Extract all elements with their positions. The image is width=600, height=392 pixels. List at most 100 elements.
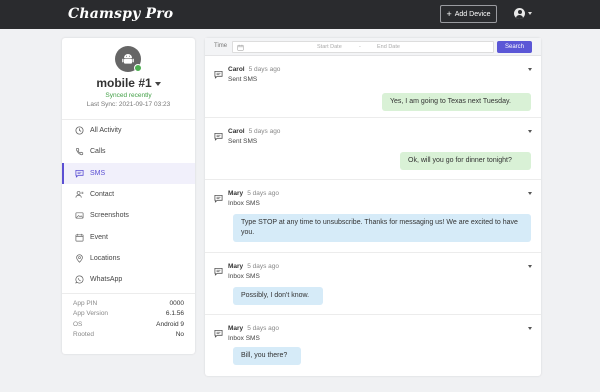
sidebar-item-screenshots[interactable]: Screenshots	[62, 205, 195, 226]
clock-icon	[75, 126, 84, 135]
message-type: Inbox SMS	[228, 335, 260, 342]
calendar-icon	[237, 44, 244, 51]
chevron-down-icon[interactable]	[528, 265, 532, 268]
sidebar-item-label: Calls	[90, 148, 106, 156]
message-item: Mary 5 days ago Inbox SMS Possibly, I don…	[205, 253, 541, 315]
info-key: OS	[73, 320, 83, 328]
message-time: 5 days ago	[248, 128, 281, 135]
message-icon	[214, 267, 223, 276]
device-panel: mobile #1 Synced recently Last Sync: 202…	[62, 38, 195, 354]
sidebar-item-locations[interactable]: Locations	[62, 248, 195, 269]
sync-status: Synced recently	[105, 92, 152, 99]
date-filter-bar: Time Start Date - End Date Search	[205, 38, 541, 56]
android-icon	[122, 54, 134, 64]
info-value: 0000	[169, 299, 184, 307]
message-type: Inbox SMS	[228, 273, 260, 280]
device-info: App PIN 0000 App Version 6.1.56 OS Andro…	[62, 293, 195, 340]
sender-name: Carol	[228, 128, 245, 135]
sidebar-item-label: WhatsApp	[90, 276, 123, 284]
info-row-os: OS Android 9	[73, 319, 184, 330]
user-avatar-icon	[514, 8, 525, 19]
message-sender: Mary 5 days ago	[228, 325, 279, 332]
app-logo[interactable]: Chamspy Pro	[68, 6, 173, 22]
sidebar-item-sms[interactable]: SMS	[62, 162, 195, 185]
message-icon	[75, 169, 84, 178]
top-bar: Chamspy Pro + Add Device	[0, 0, 600, 29]
message-sender: Mary 5 days ago	[228, 190, 279, 197]
sidebar-item-label: Event	[90, 233, 108, 241]
message-bubble: Type STOP at any time to unsubscribe. Th…	[233, 214, 531, 242]
sidebar-item-label: All Activity	[90, 127, 122, 135]
info-key: App PIN	[73, 299, 98, 307]
info-key: App Version	[73, 310, 109, 318]
end-date-input[interactable]: End Date	[377, 44, 400, 50]
info-value: No	[175, 331, 184, 339]
message-icon	[214, 194, 223, 203]
info-value: Android 9	[156, 320, 184, 328]
message-icon	[214, 132, 223, 141]
message-type: Sent SMS	[228, 76, 258, 83]
sender-name: Mary	[228, 263, 244, 270]
sidebar-item-whatsapp[interactable]: WhatsApp	[62, 269, 195, 290]
message-bubble: Ok, will you go for dinner tonight?	[400, 152, 531, 170]
sidebar-nav: All Activity Calls SMS Contact Screensho…	[62, 119, 195, 290]
message-bubble: Yes, I am going to Texas next Tuesday.	[382, 93, 531, 111]
message-icon	[214, 70, 223, 79]
chevron-down-icon[interactable]	[528, 327, 532, 330]
chevron-down-icon	[528, 12, 532, 15]
sender-name: Carol	[228, 66, 245, 73]
last-sync: Last Sync: 2021-09-17 03:23	[86, 101, 171, 108]
sidebar-item-label: SMS	[90, 169, 106, 177]
message-item: Mary 5 days ago Inbox SMS Bill, you there…	[205, 315, 541, 376]
date-range-picker[interactable]: Start Date - End Date	[232, 41, 494, 53]
chevron-down-icon[interactable]	[528, 68, 532, 71]
sidebar-item-event[interactable]: Event	[62, 226, 195, 247]
message-sender: Carol 5 days ago	[228, 66, 280, 73]
chevron-down-icon[interactable]	[528, 130, 532, 133]
info-value: 6.1.56	[165, 310, 184, 318]
sidebar-item-all-activity[interactable]: All Activity	[62, 120, 195, 141]
sidebar-item-calls[interactable]: Calls	[62, 141, 195, 162]
message-item: Carol 5 days ago Sent SMS Ok, will you go…	[205, 118, 541, 180]
message-bubble: Possibly, I don't know.	[233, 287, 323, 305]
message-bubble: Bill, you there?	[233, 347, 301, 365]
message-time: 5 days ago	[247, 325, 279, 332]
device-name: mobile #1	[96, 76, 152, 90]
message-time: 5 days ago	[247, 190, 279, 197]
add-device-button[interactable]: + Add Device	[440, 5, 497, 23]
device-selector[interactable]: mobile #1	[62, 76, 195, 90]
plus-icon: +	[446, 8, 452, 19]
info-row-app-pin: App PIN 0000	[73, 298, 184, 309]
start-date-input[interactable]: Start Date	[317, 44, 342, 50]
sender-name: Mary	[228, 325, 244, 332]
calendar-icon	[75, 233, 84, 242]
chevron-down-icon[interactable]	[528, 192, 532, 195]
contacts-icon	[75, 191, 84, 198]
sidebar-item-label: Locations	[90, 254, 120, 262]
user-menu[interactable]	[514, 8, 532, 19]
add-device-label: Add Device	[454, 10, 491, 18]
message-icon	[214, 329, 223, 338]
message-item: Carol 5 days ago Sent SMS Yes, I am going…	[205, 56, 541, 118]
sender-name: Mary	[228, 190, 244, 197]
sidebar-item-label: Contact	[90, 191, 115, 199]
location-icon	[76, 254, 83, 263]
sms-panel: Time Start Date - End Date Search Carol 5…	[205, 38, 541, 376]
message-sender: Mary 5 days ago	[228, 263, 279, 270]
message-type: Sent SMS	[228, 138, 258, 145]
message-sender: Carol 5 days ago	[228, 128, 280, 135]
online-status-dot	[134, 64, 142, 72]
time-label: Time	[214, 43, 228, 49]
sidebar-item-contact[interactable]: Contact	[62, 184, 195, 205]
message-time: 5 days ago	[248, 66, 281, 73]
search-button[interactable]: Search	[497, 41, 532, 53]
phone-icon	[76, 148, 84, 156]
date-separator: -	[359, 44, 361, 50]
info-row-app-version: App Version 6.1.56	[73, 309, 184, 320]
message-item: Mary 5 days ago Inbox SMS Type STOP at an…	[205, 180, 541, 253]
info-row-rooted: Rooted No	[73, 330, 184, 341]
image-icon	[75, 212, 84, 219]
whatsapp-icon	[75, 275, 84, 284]
message-type: Inbox SMS	[228, 200, 260, 207]
info-key: Rooted	[73, 331, 94, 339]
